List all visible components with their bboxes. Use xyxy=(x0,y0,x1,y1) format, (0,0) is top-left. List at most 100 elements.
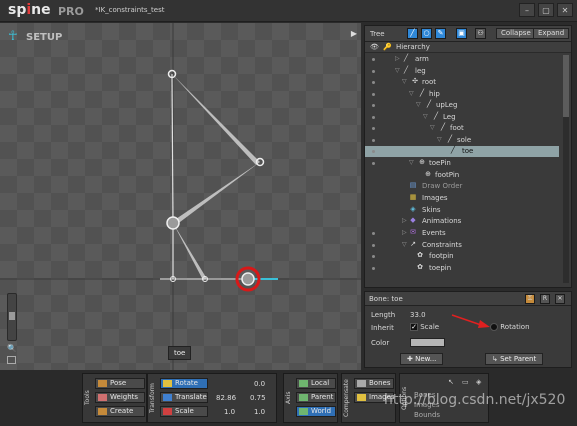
tree-row-footpin-ik[interactable]: ✿ footpin xyxy=(365,251,559,262)
constraints-icon: ↗ xyxy=(410,240,416,248)
tree-row-arm[interactable]: ▷ ╱ arm xyxy=(365,54,559,65)
inherit-rotation-toggle[interactable]: Rotation xyxy=(490,323,530,331)
local-axis-button[interactable]: Local xyxy=(296,378,336,389)
bone-tool-icon[interactable]: ╱ xyxy=(407,28,418,39)
parent-axis-button[interactable]: Parent xyxy=(296,392,336,403)
key-column-icon[interactable]: 🔑 xyxy=(383,43,392,51)
tag-option-icon[interactable]: ◈ xyxy=(476,378,481,386)
tree-panel: Tree ╱ ○ ✎ ▣ ⚇ Collapse Expand 👁 🔑 Hiera… xyxy=(364,25,572,288)
circle-tool-icon[interactable]: ○ xyxy=(421,28,432,39)
translate-button[interactable]: Translate xyxy=(160,392,208,403)
axis-group: Axis Local Parent World xyxy=(283,373,338,423)
tree-row-leg[interactable]: ▽ ╱ leg xyxy=(365,66,559,77)
fit-view-icon[interactable] xyxy=(7,356,16,364)
skeleton-canvas[interactable] xyxy=(0,23,361,370)
bone-icon: ╱ xyxy=(450,146,456,154)
title-bar: spine PRO *IK_constraints_test – ▢ ✕ xyxy=(0,0,577,22)
scale-button[interactable]: Scale xyxy=(160,406,208,417)
pose-icon xyxy=(98,380,107,387)
world-icon xyxy=(299,408,308,415)
tools-group: Tools Pose Weights Create xyxy=(82,373,147,423)
target-icon: ⊕ xyxy=(425,170,431,178)
weights-icon xyxy=(98,394,107,401)
weights-button[interactable]: Weights xyxy=(95,392,145,403)
frame-tool-icon[interactable]: ▣ xyxy=(456,28,467,39)
option-bounds-label[interactable]: Bounds xyxy=(414,411,440,419)
scale-label: Scale xyxy=(420,323,440,331)
bone-legA xyxy=(173,162,260,225)
translate-icon xyxy=(163,394,172,401)
rename-icon[interactable]: R xyxy=(540,294,550,304)
scale-checkbox[interactable]: ✓ xyxy=(410,323,418,331)
view-option-icon[interactable]: ▭ xyxy=(462,378,469,386)
link-tool-icon[interactable]: ⚇ xyxy=(475,28,486,39)
tree-row-hip[interactable]: ▽ ╱ hip xyxy=(365,89,559,100)
local-icon xyxy=(299,380,308,387)
new-button[interactable]: ✚ New... xyxy=(400,353,444,365)
delete-icon[interactable]: ✕ xyxy=(555,294,565,304)
tree-row-toepin-ik[interactable]: ✿ toepin xyxy=(365,263,559,274)
rotate-value[interactable]: 0.0 xyxy=(254,380,265,388)
bone-icon: ╱ xyxy=(419,89,425,97)
tree-scrollbar[interactable] xyxy=(563,55,569,283)
create-button[interactable]: Create xyxy=(95,406,145,417)
minimize-button[interactable]: – xyxy=(519,3,535,17)
tree-row-toe[interactable]: ╱ toe xyxy=(365,146,559,157)
tree-row-images[interactable]: ▦ Images xyxy=(365,193,559,204)
create-icon xyxy=(98,408,107,415)
target-icon: ⊕ xyxy=(419,158,425,166)
tree-row-toepin[interactable]: ▽ ⊕ toePin xyxy=(365,158,559,169)
tree-scroll-thumb[interactable] xyxy=(563,55,569,117)
inherit-scale-toggle[interactable]: ✓ Scale xyxy=(410,323,439,331)
tree-row-footpin[interactable]: ⊕ footPin xyxy=(365,170,559,181)
rotation-checkbox[interactable] xyxy=(490,323,498,331)
draw-order-icon: ▤ xyxy=(409,181,417,189)
bone-icon: ╱ xyxy=(403,66,409,74)
project-title: *IK_constraints_test xyxy=(95,6,165,14)
tree-row-events[interactable]: ▷ ✉ Events xyxy=(365,228,559,239)
pointer-option-icon[interactable]: ↖ xyxy=(448,378,454,386)
close-button[interactable]: ✕ xyxy=(557,3,573,17)
tree-body: ▷ ╱ arm ▽ ╱ leg ▽ ✣ root ▽ ╱ hip ▽ ╱ upLeg ▽ ╱ Leg ▽… xyxy=(365,53,571,287)
edition-label: PRO xyxy=(58,5,84,18)
tree-row-draworder[interactable]: ▤ Draw Order xyxy=(365,181,559,192)
tree-row-root[interactable]: ▽ ✣ root xyxy=(365,77,559,88)
tree-header: Tree ╱ ○ ✎ ▣ ⚇ Collapse Expand xyxy=(365,26,571,42)
pose-button[interactable]: Pose xyxy=(95,378,145,389)
maximize-button[interactable]: ▢ xyxy=(538,3,554,17)
tree-row-upleg[interactable]: ▽ ╱ upLeg xyxy=(365,100,559,111)
rotate-icon xyxy=(163,380,172,387)
bones-icon xyxy=(357,380,366,387)
tree-row-skins[interactable]: ◈ Skins xyxy=(365,205,559,216)
zoom-knob[interactable] xyxy=(9,312,15,320)
tree-row-foot[interactable]: ▽ ╱ foot xyxy=(365,123,559,134)
rotate-button[interactable]: Rotate xyxy=(160,378,208,389)
compensate-bones-button[interactable]: Bones xyxy=(354,378,394,389)
tree-row-leg2[interactable]: ▽ ╱ Leg xyxy=(365,112,559,123)
skins-icon: ◈ xyxy=(410,205,416,213)
scale-y-value[interactable]: 1.0 xyxy=(254,408,265,416)
transform-group: Transform Rotate 0.0 Translate 82.86 0.7… xyxy=(147,373,277,423)
length-input[interactable]: 33.0 xyxy=(410,311,426,319)
set-parent-button[interactable]: ↳ Set Parent xyxy=(485,353,544,365)
translate-x-value[interactable]: 82.86 xyxy=(216,394,236,402)
tree-row-constraints[interactable]: ▽ ↗ Constraints xyxy=(365,240,559,251)
images-icon: ▦ xyxy=(409,193,417,201)
tree-row-sole[interactable]: ▽ ╱ sole xyxy=(365,135,559,146)
footPin-target xyxy=(241,272,255,286)
zoom-slider[interactable] xyxy=(7,293,17,341)
translate-y-value[interactable]: 0.75 xyxy=(250,394,266,402)
scale-x-value[interactable]: 1.0 xyxy=(224,408,235,416)
collapse-button[interactable]: Collapse xyxy=(496,28,536,39)
expand-button[interactable]: Expand xyxy=(533,28,570,39)
tree-row-animations[interactable]: ▷ ◆ Animations xyxy=(365,216,559,227)
world-axis-button[interactable]: World xyxy=(296,406,336,417)
bone-header: Bone: toe ⚿ R ✕ xyxy=(365,292,571,306)
zoom-icon[interactable]: 🔍 xyxy=(7,344,17,353)
eye-column-icon[interactable]: 👁 xyxy=(370,43,379,51)
key-icon[interactable]: ⚿ xyxy=(525,294,535,304)
viewport[interactable]: ☥ SETUP ▶ 🔍 toe xyxy=(0,23,361,370)
length-label: Length xyxy=(371,311,396,319)
pen-tool-icon[interactable]: ✎ xyxy=(435,28,446,39)
color-swatch[interactable] xyxy=(410,338,445,347)
